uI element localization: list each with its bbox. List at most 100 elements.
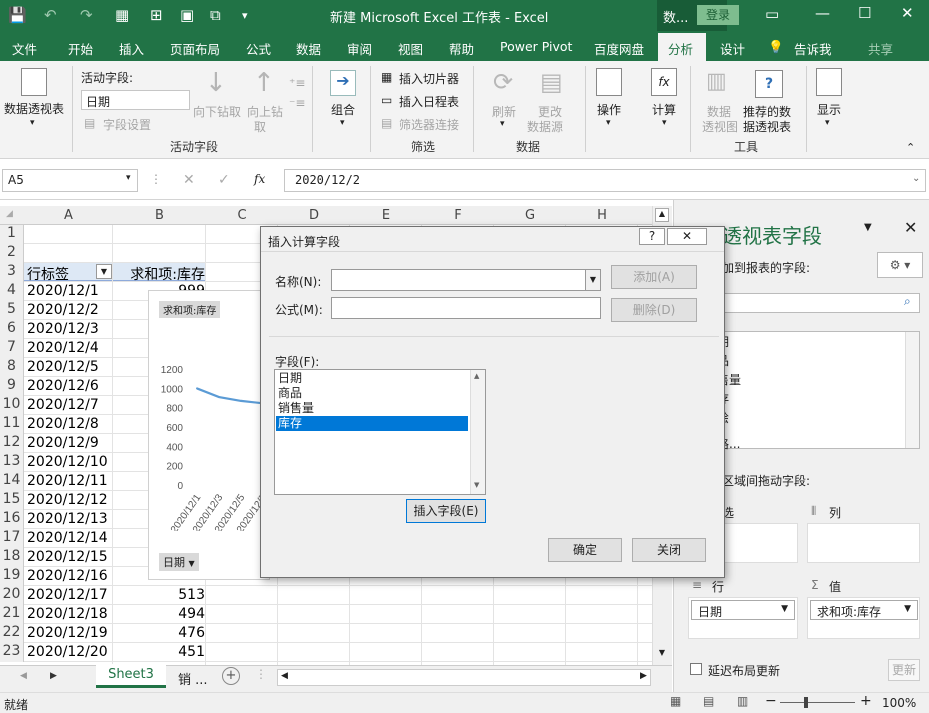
cell-b[interactable]: 求和项:库存 (115, 264, 205, 284)
cell-b[interactable]: 451 (115, 644, 205, 660)
field-option[interactable]: 日期 (276, 371, 468, 386)
row-header[interactable]: 20 (0, 586, 24, 605)
add-sheet-icon[interactable]: + (222, 667, 240, 685)
series-line[interactable] (196, 387, 264, 405)
column-header-c[interactable]: C (206, 208, 278, 223)
image-icon[interactable]: ▣ (180, 6, 194, 24)
row-header[interactable]: 13 (0, 453, 24, 472)
tab-design[interactable]: 设计 (720, 39, 745, 58)
cell-a[interactable]: 2020/12/14 (27, 530, 108, 546)
pivot-table-button[interactable]: 数据透视表 (4, 100, 64, 117)
cell-a[interactable]: 2020/12/8 (27, 416, 99, 432)
zoom-slider[interactable] (780, 702, 855, 703)
row-header[interactable]: 1 (0, 225, 24, 244)
grid-icon[interactable]: ⊞ (150, 6, 163, 24)
row-header[interactable]: 3 (0, 263, 24, 282)
column-header-b[interactable]: B (113, 208, 206, 223)
pivot-chart[interactable]: 求和项:库存 1200 1000 800 600 400 200 0 2020/12/1 202… (148, 290, 270, 580)
collapse-ribbon-icon[interactable]: ⌃ (906, 141, 915, 154)
insert-slicer-button[interactable]: 插入切片器 (399, 70, 459, 87)
ok-button[interactable]: 确定 (548, 538, 622, 562)
tab-insert[interactable]: 插入 (119, 39, 144, 58)
row-header[interactable]: 2 (0, 244, 24, 263)
pivot-icon[interactable]: ⧉ (210, 6, 221, 24)
tab-review[interactable]: 审阅 (347, 39, 372, 58)
row-header[interactable]: 9 (0, 377, 24, 396)
drill-down-button[interactable]: 向下钻取 (193, 103, 241, 120)
customize-qa-icon[interactable]: ▾ (242, 9, 248, 22)
name-combobox[interactable]: ▼ (331, 269, 601, 291)
tab-data[interactable]: 数据 (296, 39, 321, 58)
pivot-table-icon[interactable] (21, 68, 47, 96)
row-header[interactable]: 11 (0, 415, 24, 434)
insert-function-button[interactable]: fx (254, 172, 265, 186)
column-header-f[interactable]: F (422, 208, 494, 223)
column-header-e[interactable]: E (350, 208, 422, 223)
row-header[interactable]: 6 (0, 320, 24, 339)
horizontal-scrollbar[interactable] (277, 669, 651, 686)
cell-a[interactable]: 2020/12/18 (27, 606, 108, 622)
formula-field[interactable] (331, 297, 601, 319)
redo-icon[interactable]: ↷ (80, 6, 93, 24)
column-header-h[interactable]: H (566, 208, 638, 223)
cell-a[interactable]: 2020/12/1 (27, 283, 99, 299)
gear-icon[interactable]: ⚙ ▾ (877, 252, 923, 278)
tab-home[interactable]: 开始 (68, 39, 93, 58)
help-icon[interactable]: ? (639, 228, 665, 245)
value-field-item[interactable]: 求和项:库存 ▼ (810, 600, 918, 620)
field-option[interactable]: 库存 (276, 416, 468, 431)
tab-file[interactable]: 文件 (12, 39, 37, 58)
defer-update-checkbox[interactable] (690, 663, 702, 675)
normal-view-icon[interactable]: ▦ (670, 694, 681, 708)
recommended-pivot-icon[interactable]: ? (755, 70, 783, 98)
search-icon[interactable]: ⌕ (904, 294, 911, 309)
collapse-field-icon[interactable]: ⁻≡ (289, 96, 305, 110)
row-header[interactable]: 16 (0, 510, 24, 529)
cell-a[interactable]: 2020/12/13 (27, 511, 108, 527)
calculations-button[interactable]: 计算 (652, 101, 676, 118)
cell-a[interactable]: 2020/12/20 (27, 644, 108, 660)
sheet-tab-other[interactable]: 销 ... (178, 669, 208, 688)
group-button[interactable]: 组合 (331, 101, 355, 118)
save-icon[interactable]: 💾 (8, 6, 27, 24)
close-dialog-icon[interactable]: ✕ (667, 228, 707, 245)
values-area[interactable]: 求和项:库存 ▼ (807, 597, 920, 639)
insert-timeline-button[interactable]: 插入日程表 (399, 93, 459, 110)
actions-icon[interactable] (596, 68, 622, 96)
zoom-in-icon[interactable]: + (860, 693, 872, 709)
actions-button[interactable]: 操作 (597, 101, 621, 118)
update-button[interactable]: 更新 (888, 659, 920, 681)
page-layout-view-icon[interactable]: ▤ (703, 694, 714, 708)
cell-a[interactable]: 行标签 (27, 264, 69, 284)
row-field-item[interactable]: 日期 ▼ (691, 600, 795, 620)
scroll-left-icon[interactable]: ◀ (281, 671, 288, 681)
zoom-thumb[interactable] (804, 697, 808, 708)
row-header[interactable]: 14 (0, 472, 24, 491)
select-all-icon[interactable]: ◢ (6, 209, 13, 219)
cell-a[interactable]: 2020/12/9 (27, 435, 99, 451)
cell-a[interactable]: 2020/12/17 (27, 587, 108, 603)
minimize-icon[interactable]: — (815, 4, 830, 22)
cell-a[interactable]: 2020/12/5 (27, 359, 99, 375)
cell-a[interactable]: 2020/12/6 (27, 378, 99, 394)
scroll-right-icon[interactable]: ▶ (640, 671, 647, 681)
rows-area[interactable]: 日期 ▼ (688, 597, 798, 639)
cell-a[interactable]: 2020/12/10 (27, 454, 108, 470)
row-header[interactable]: 22 (0, 624, 24, 643)
column-header-g[interactable]: G (494, 208, 566, 223)
field-option[interactable]: 商品 (276, 386, 468, 401)
close-icon[interactable]: ✕ (901, 4, 914, 22)
cell-a[interactable]: 2020/12/12 (27, 492, 108, 508)
ribbon-display-icon[interactable]: ▭ (765, 5, 779, 23)
chevron-down-icon[interactable]: ▼ (864, 222, 872, 233)
tab-formulas[interactable]: 公式 (246, 39, 271, 58)
tab-help[interactable]: 帮助 (449, 39, 474, 58)
row-header[interactable]: 23 (0, 643, 24, 662)
cancel-icon[interactable]: ✕ (183, 172, 195, 188)
page-break-view-icon[interactable]: ▥ (737, 694, 748, 708)
zoom-level[interactable]: 100% (882, 696, 916, 710)
enter-icon[interactable]: ✓ (218, 172, 230, 188)
close-pane-icon[interactable]: ✕ (904, 218, 917, 237)
field-list-scrollbar[interactable] (905, 332, 919, 448)
scroll-down-icon[interactable]: ▼ (655, 648, 669, 662)
